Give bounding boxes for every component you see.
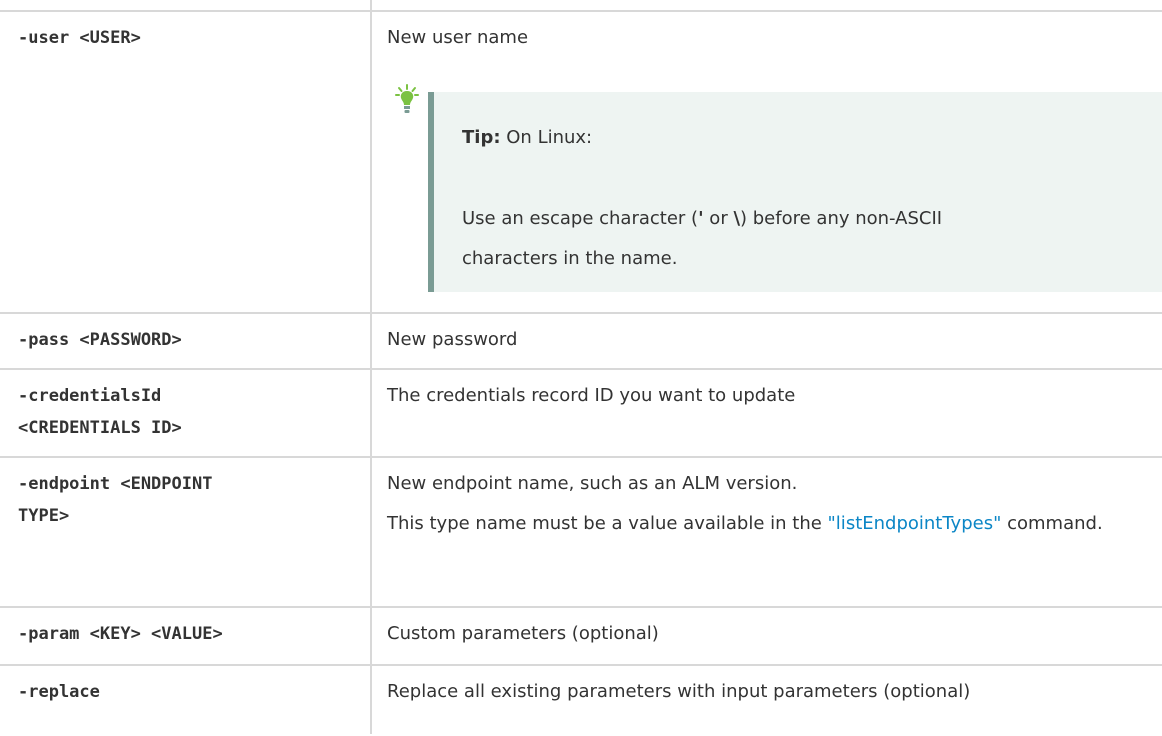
table-row-pass: -pass <PASSWORD> New password <box>0 312 1162 370</box>
param-param: -param <KEY> <VALUE> <box>18 624 223 644</box>
param-cell: -user <USER> <box>0 12 370 54</box>
tip-text-before: Use an escape character ( <box>462 208 699 229</box>
desc-user: New user name <box>387 27 529 48</box>
desc-endpoint: New endpoint name, such as an ALM versio… <box>387 473 798 494</box>
table-row-param: -param <KEY> <VALUE> Custom parameters (… <box>0 606 1162 666</box>
table-row-credentials: -credentialsId <CREDENTIALS ID> The cred… <box>0 368 1162 458</box>
param-cell: -pass <PASSWORD> <box>0 314 370 356</box>
desc-replace: Replace all existing parameters with inp… <box>387 681 971 702</box>
param-cell: -credentialsId <CREDENTIALS ID> <box>0 370 370 444</box>
tip-box: Tip: On Linux: Use an escape character (… <box>428 92 1162 292</box>
tip-line1: On Linux: <box>506 127 593 148</box>
desc-cell: New endpoint name, such as an ALM versio… <box>387 458 1162 540</box>
desc-cell: Custom parameters (optional) <box>387 608 1162 650</box>
param-user: -user <USER> <box>18 28 141 48</box>
desc-endpoint-note-after: command. <box>1001 513 1103 534</box>
tip-label: Tip: <box>462 127 501 148</box>
table-row-endpoint: -endpoint <ENDPOINT TYPE> New endpoint n… <box>0 456 1162 608</box>
param-cell: -endpoint <ENDPOINT TYPE> <box>0 458 370 532</box>
table-row-replace: -replace Replace all existing parameters… <box>0 664 1162 736</box>
lightbulb-icon <box>395 84 419 113</box>
param-cell: -param <KEY> <VALUE> <box>0 608 370 650</box>
tip-heading: Tip: On Linux: <box>462 124 592 152</box>
desc-cell: New password <box>387 314 1162 356</box>
param-pass: -pass <PASSWORD> <box>18 330 182 350</box>
desc-param: Custom parameters (optional) <box>387 623 659 644</box>
param-credentials-line1: -credentialsId <box>18 386 162 406</box>
param-replace: -replace <box>18 682 100 702</box>
desc-cell: New user name <box>387 12 1162 54</box>
list-endpoint-types-link[interactable]: "listEndpointTypes" <box>828 513 1002 534</box>
param-endpoint-line1: -endpoint <ENDPOINT <box>18 474 213 494</box>
tip-text: Use an escape character (' or \) before … <box>462 199 982 279</box>
desc-cell: Replace all existing parameters with inp… <box>387 666 1162 708</box>
param-cell: -replace <box>0 666 370 708</box>
desc-cell: The credentials record ID you want to up… <box>387 370 1162 412</box>
param-endpoint-line2: TYPE> <box>18 506 70 526</box>
tip-text-or: or <box>703 208 734 229</box>
desc-credentials: The credentials record ID you want to up… <box>387 385 796 406</box>
param-credentials-line2: <CREDENTIALS ID> <box>18 418 182 438</box>
desc-pass: New password <box>387 329 518 350</box>
desc-endpoint-note-before: This type name must be a value available… <box>387 513 828 534</box>
desc-endpoint-note: This type name must be a value available… <box>387 508 1147 540</box>
